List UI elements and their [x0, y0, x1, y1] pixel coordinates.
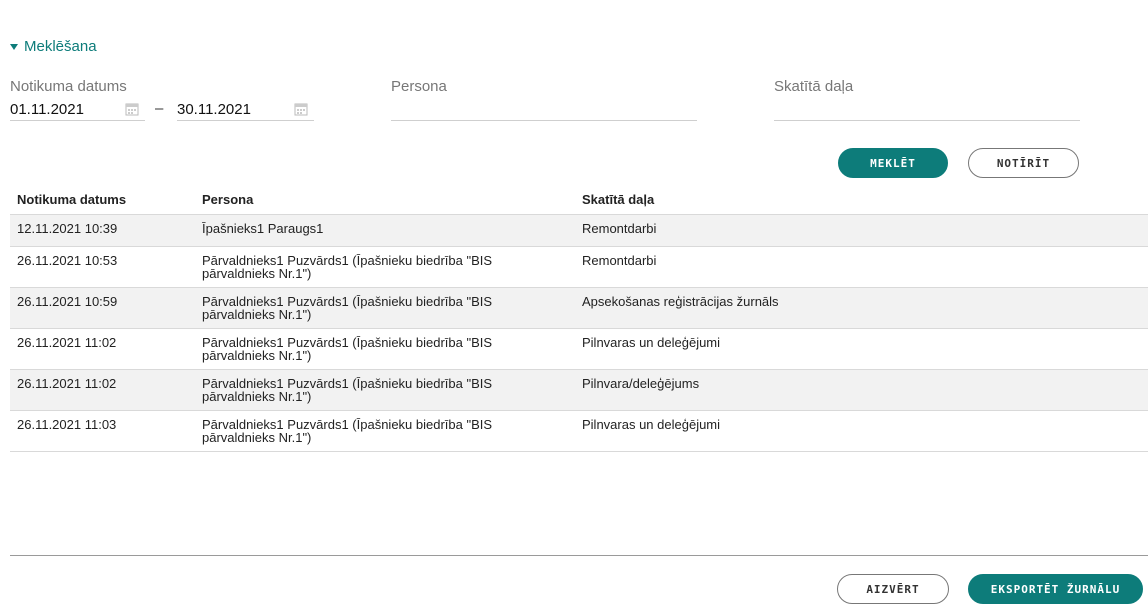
person-line: Īpašnieks1 Paraugs1 — [202, 221, 324, 236]
column-header-section[interactable]: Skatītā daļa — [575, 184, 1148, 215]
person-input[interactable] — [391, 120, 697, 121]
table-row[interactable]: 26.11.2021 11:02 Pārvaldnieks1 Puzvārds1… — [10, 369, 1148, 411]
date-from-field[interactable]: 01.11.2021 — [10, 98, 145, 121]
section-input[interactable] — [774, 120, 1080, 121]
close-button[interactable]: AIZVĒRT — [837, 574, 949, 604]
column-header-person[interactable]: Persona — [195, 184, 575, 215]
cell-section: Remontdarbi — [575, 214, 1148, 247]
column-header-date[interactable]: Notikuma datums — [10, 184, 195, 215]
person-line: pārvaldnieks Nr.1") — [202, 307, 312, 322]
cell-date: 12.11.2021 10:39 — [10, 214, 195, 247]
cell-date: 26.11.2021 11:03 — [10, 410, 195, 452]
calendar-icon[interactable] — [125, 102, 139, 116]
person-line: pārvaldnieks Nr.1") — [202, 348, 312, 363]
search-toggle-label: Meklēšana — [24, 38, 97, 55]
cell-section: Pilnvaras un deleģējumi — [575, 410, 1148, 452]
search-toggle[interactable]: Meklēšana — [10, 38, 97, 55]
export-log-button[interactable]: EKSPORTĒT ŽURNĀLU — [968, 574, 1143, 604]
table-row[interactable]: 12.11.2021 10:39 Īpašnieks1 Paraugs1 Rem… — [10, 214, 1148, 247]
date-to-field[interactable]: 30.11.2021 — [177, 98, 314, 121]
cell-person: Pārvaldnieks1 Puzvārds1 (Īpašnieku biedr… — [195, 328, 575, 370]
person-label: Persona — [391, 78, 447, 95]
cell-section: Pilnvaras un deleģējumi — [575, 328, 1148, 370]
table-header-row: Notikuma datums Persona Skatītā daļa — [10, 184, 1148, 215]
table-row[interactable]: 26.11.2021 11:03 Pārvaldnieks1 Puzvārds1… — [10, 410, 1148, 452]
cell-date: 26.11.2021 10:53 — [10, 246, 195, 288]
person-line: pārvaldnieks Nr.1") — [202, 266, 312, 281]
cell-date: 26.11.2021 10:59 — [10, 287, 195, 329]
cell-date: 26.11.2021 11:02 — [10, 328, 195, 370]
cell-section: Remontdarbi — [575, 246, 1148, 288]
log-table: Notikuma datums Persona Skatītā daļa 12.… — [10, 184, 1148, 452]
cell-person: Pārvaldnieks1 Puzvārds1 (Īpašnieku biedr… — [195, 410, 575, 452]
cell-section: Pilnvara/deleģējums — [575, 369, 1148, 411]
caret-down-icon — [10, 43, 18, 50]
person-line: pārvaldnieks Nr.1") — [202, 389, 312, 404]
calendar-icon[interactable] — [294, 102, 308, 116]
section-label: Skatītā daļa — [774, 78, 854, 95]
audit-log-dialog: Meklēšana Notikuma datums 01.11.2021 – 3… — [0, 0, 1148, 604]
person-line: pārvaldnieks Nr.1") — [202, 430, 312, 445]
event-date-label: Notikuma datums — [10, 78, 127, 95]
date-range-separator: – — [155, 100, 164, 117]
cell-person: Pārvaldnieks1 Puzvārds1 (Īpašnieku biedr… — [195, 287, 575, 329]
date-from-value: 01.11.2021 — [10, 100, 84, 118]
cell-section: Apsekošanas reģistrācijas žurnāls — [575, 287, 1148, 329]
date-to-value: 30.11.2021 — [177, 100, 251, 118]
footer-divider — [10, 555, 1148, 556]
cell-person: Pārvaldnieks1 Puzvārds1 (Īpašnieku biedr… — [195, 246, 575, 288]
cell-person: Pārvaldnieks1 Puzvārds1 (Īpašnieku biedr… — [195, 369, 575, 411]
table-row[interactable]: 26.11.2021 11:02 Pārvaldnieks1 Puzvārds1… — [10, 328, 1148, 370]
clear-button[interactable]: NOTĪRĪT — [968, 148, 1079, 178]
search-button[interactable]: MEKLĒT — [838, 148, 948, 178]
table-row[interactable]: 26.11.2021 10:53 Pārvaldnieks1 Puzvārds1… — [10, 246, 1148, 288]
cell-person: Īpašnieks1 Paraugs1 — [195, 214, 575, 247]
cell-date: 26.11.2021 11:02 — [10, 369, 195, 411]
table-row[interactable]: 26.11.2021 10:59 Pārvaldnieks1 Puzvārds1… — [10, 287, 1148, 329]
